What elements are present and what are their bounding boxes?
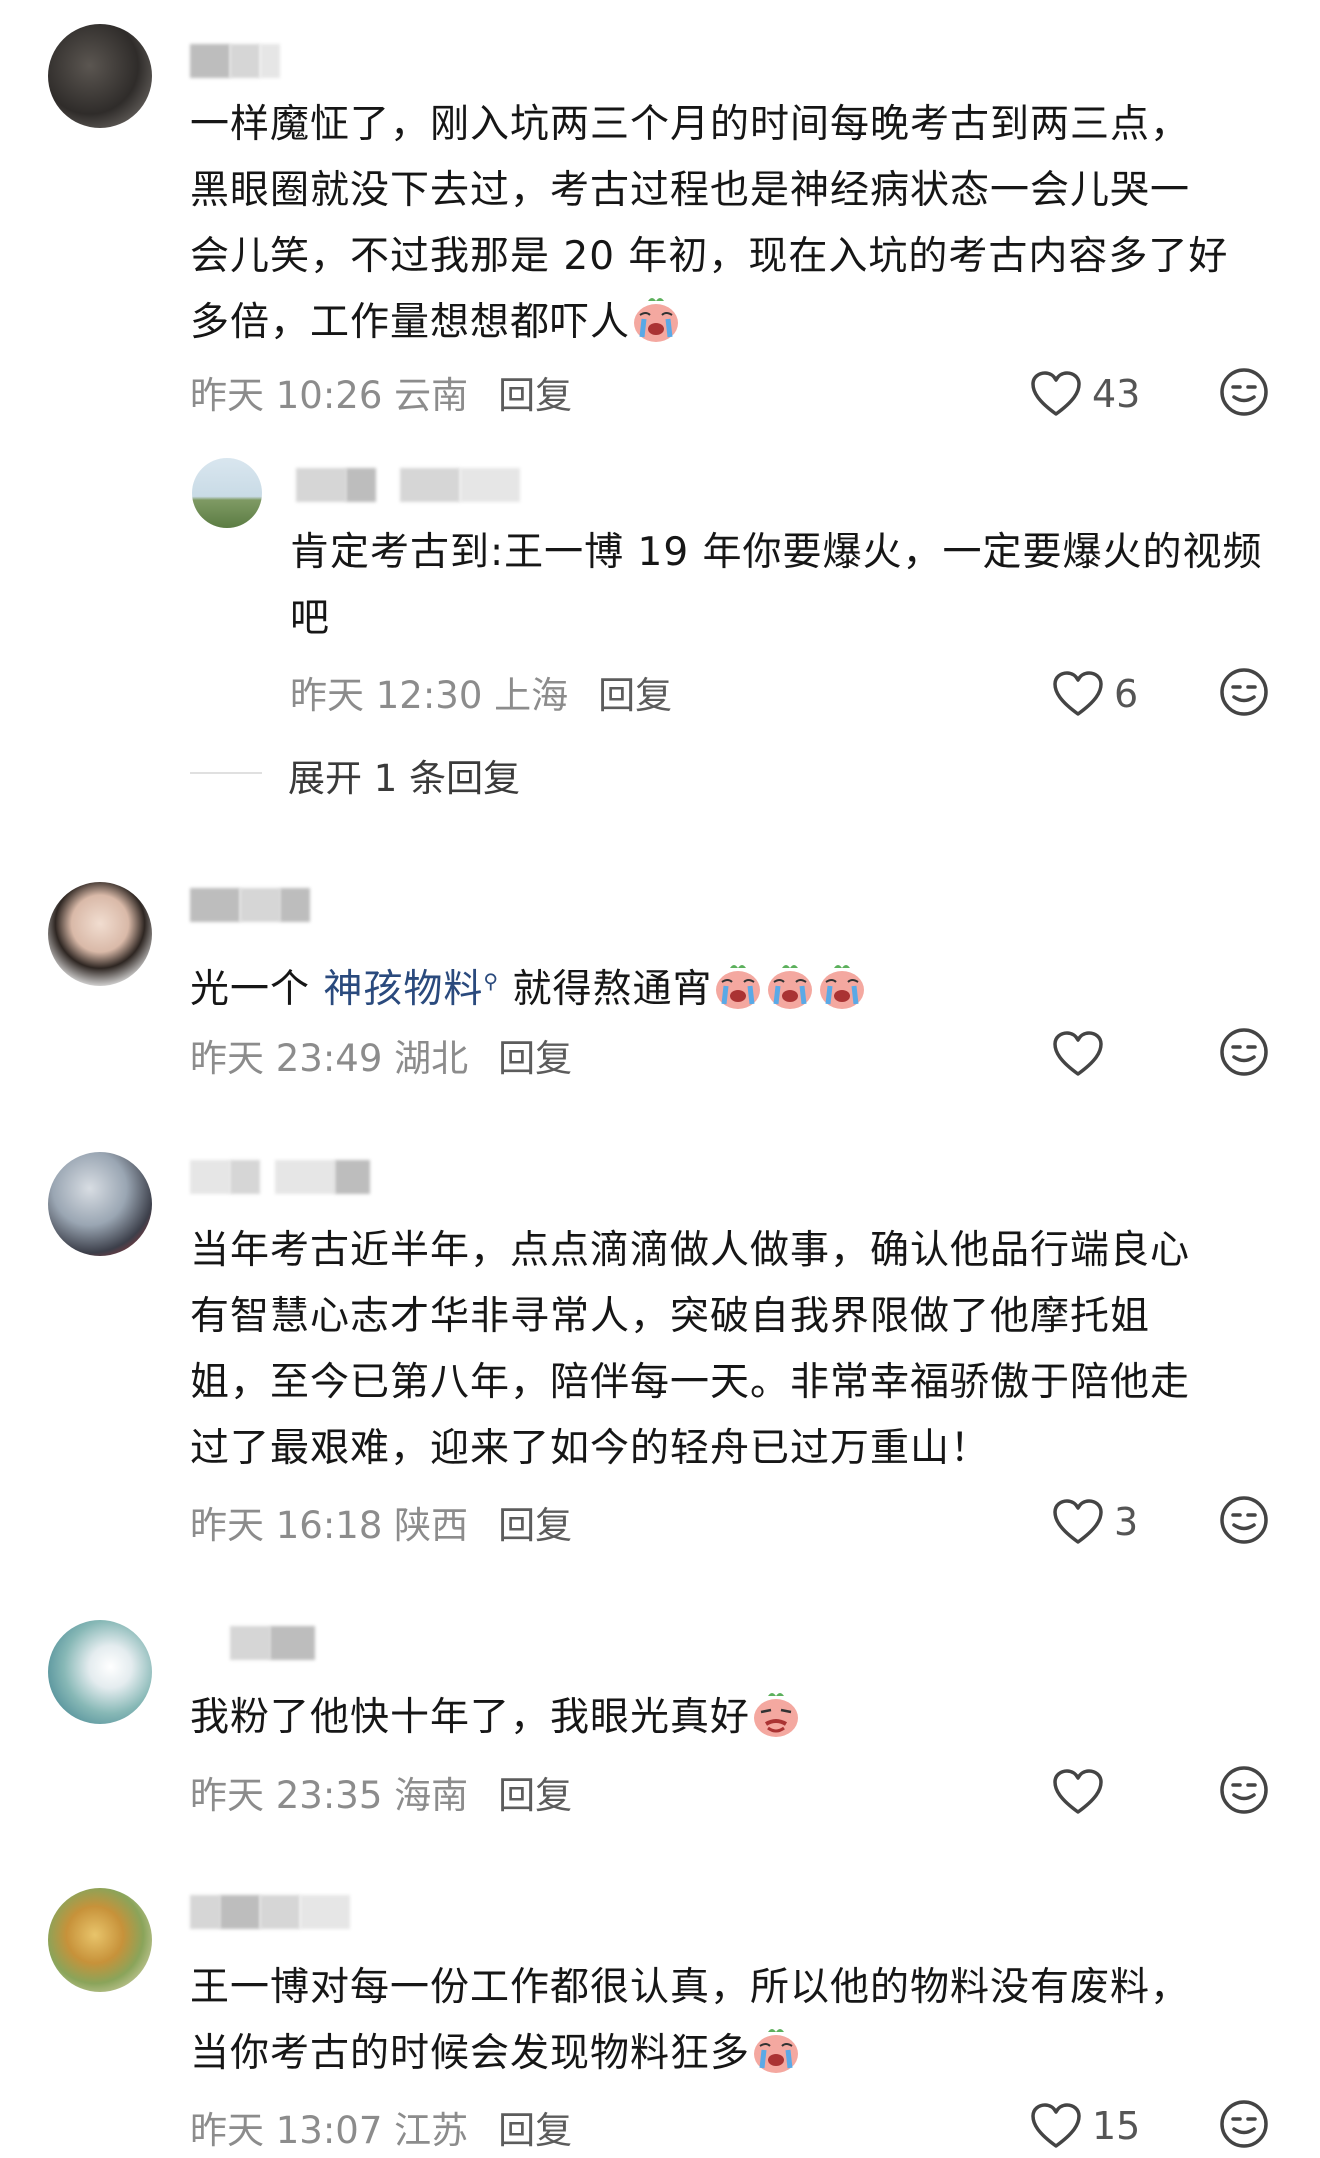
topic-link[interactable]: 神孩物料⚲	[323, 967, 499, 1012]
reply-button[interactable]: 回复	[498, 1504, 572, 1547]
like-button[interactable]	[1052, 1764, 1114, 1820]
neutral-face-icon[interactable]	[1218, 2098, 1270, 2150]
timestamp-location: 昨天 23:49 湖北	[190, 1037, 469, 1080]
reply-button[interactable]: 回复	[498, 374, 572, 417]
timestamp-location: 昨天 23:35 海南	[190, 1774, 469, 1817]
like-button[interactable]: 15	[1030, 2098, 1140, 2154]
crying-face-emoji	[754, 2029, 799, 2073]
avatar[interactable]	[48, 1888, 152, 1992]
crying-face-emoji	[716, 965, 761, 1009]
timestamp-location: 昨天 10:26 云南	[190, 374, 469, 417]
comment-list: 一样魔怔了，刚入坑两三个月的时间每晚考古到两三点， 黑眼圈就没下去过，考古过程也…	[0, 0, 1320, 2158]
timestamp-location: 昨天 12:30 上海	[290, 674, 569, 717]
avatar[interactable]	[48, 1620, 152, 1724]
reply-button[interactable]: 回复	[498, 1037, 572, 1080]
heart-icon	[1053, 1499, 1103, 1544]
neutral-face-icon[interactable]	[1218, 666, 1270, 718]
like-count: 6	[1114, 672, 1139, 716]
crying-face-emoji	[768, 965, 813, 1009]
heart-icon	[1053, 1031, 1103, 1076]
neutral-face-icon[interactable]	[1218, 1494, 1270, 1546]
reply-text: 肯定考古到:王一博 19 年你要爆火，一定要爆火的视频 吧	[290, 530, 1263, 641]
like-count: 43	[1092, 372, 1141, 416]
crying-face-emoji	[820, 965, 865, 1009]
reply-button[interactable]: 回复	[498, 2109, 572, 2152]
neutral-face-icon[interactable]	[1218, 1764, 1270, 1816]
heart-icon	[1053, 1769, 1103, 1814]
expand-replies-button[interactable]: 展开 1 条回复	[288, 748, 520, 802]
search-icon: ⚲	[483, 969, 500, 993]
comment-text: 光一个 神孩物料⚲ 就得熬通宵	[190, 948, 1290, 1023]
heart-icon	[1031, 2103, 1081, 2148]
avatar[interactable]	[48, 1152, 152, 1256]
comment-meta: 昨天 10:26 云南 回复	[190, 365, 572, 419]
heart-icon	[1053, 671, 1103, 716]
like-count: 3	[1114, 1500, 1139, 1544]
comment-text: 一样魔怔了，刚入坑两三个月的时间每晚考古到两三点， 黑眼圈就没下去过，考古过程也…	[190, 102, 1229, 345]
comment-text: 我粉了他快十年了，我眼光真好	[190, 1685, 1290, 1751]
like-count: 15	[1092, 2104, 1141, 2148]
neutral-face-icon[interactable]	[1218, 1026, 1270, 1078]
divider	[190, 772, 262, 774]
avatar[interactable]	[192, 458, 262, 528]
comment-text: 当年考古近半年，点点滴滴做人做事，确认他品行端良心 有智慧心志才华非寻常人，突破…	[190, 1228, 1191, 1471]
neutral-face-icon[interactable]	[1218, 366, 1270, 418]
like-button[interactable]	[1052, 1026, 1114, 1082]
reply-button[interactable]: 回复	[498, 1774, 572, 1817]
avatar[interactable]	[48, 882, 152, 986]
like-button[interactable]: 3	[1052, 1494, 1138, 1550]
comment-text: 王一博对每一份工作都很认真，所以他的物料没有废料， 当你考古的时候会发现物料狂多	[190, 1965, 1191, 2076]
reply-button[interactable]: 回复	[598, 674, 672, 717]
comment-meta: 昨天 12:30 上海 回复	[290, 665, 672, 719]
comment-meta: 昨天 23:49 湖北 回复	[190, 1028, 572, 1082]
avatar[interactable]	[48, 24, 152, 128]
heart-icon	[1031, 371, 1081, 416]
timestamp-location: 昨天 13:07 江苏	[190, 2109, 469, 2152]
like-button[interactable]: 6	[1052, 666, 1138, 722]
timestamp-location: 昨天 16:18 陕西	[190, 1504, 469, 1547]
like-button[interactable]: 43	[1030, 366, 1140, 422]
crying-face-emoji	[634, 298, 679, 342]
smug-face-emoji	[754, 1693, 799, 1737]
comment-meta: 昨天 13:07 江苏 回复	[190, 2100, 572, 2154]
comment-meta: 昨天 23:35 海南 回复	[190, 1765, 572, 1819]
comment-meta: 昨天 16:18 陕西 回复	[190, 1495, 572, 1549]
